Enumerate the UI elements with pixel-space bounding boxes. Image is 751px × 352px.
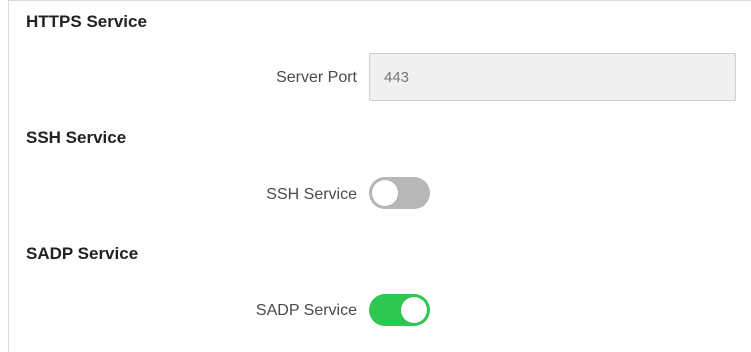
sadp-service-toggle[interactable]	[369, 294, 430, 326]
sadp-section-title: SADP Service	[26, 244, 139, 263]
toggle-knob	[401, 297, 427, 323]
ssh-section-title: SSH Service	[26, 128, 127, 147]
toggle-knob	[372, 180, 398, 206]
server-port-label: Server Port	[276, 69, 357, 86]
ssh-service-label: SSH Service	[266, 186, 357, 203]
https-section-title: HTTPS Service	[26, 12, 147, 31]
sadp-service-label: SADP Service	[255, 302, 357, 319]
server-port-input[interactable]	[369, 53, 736, 101]
ssh-service-toggle[interactable]	[369, 177, 430, 209]
